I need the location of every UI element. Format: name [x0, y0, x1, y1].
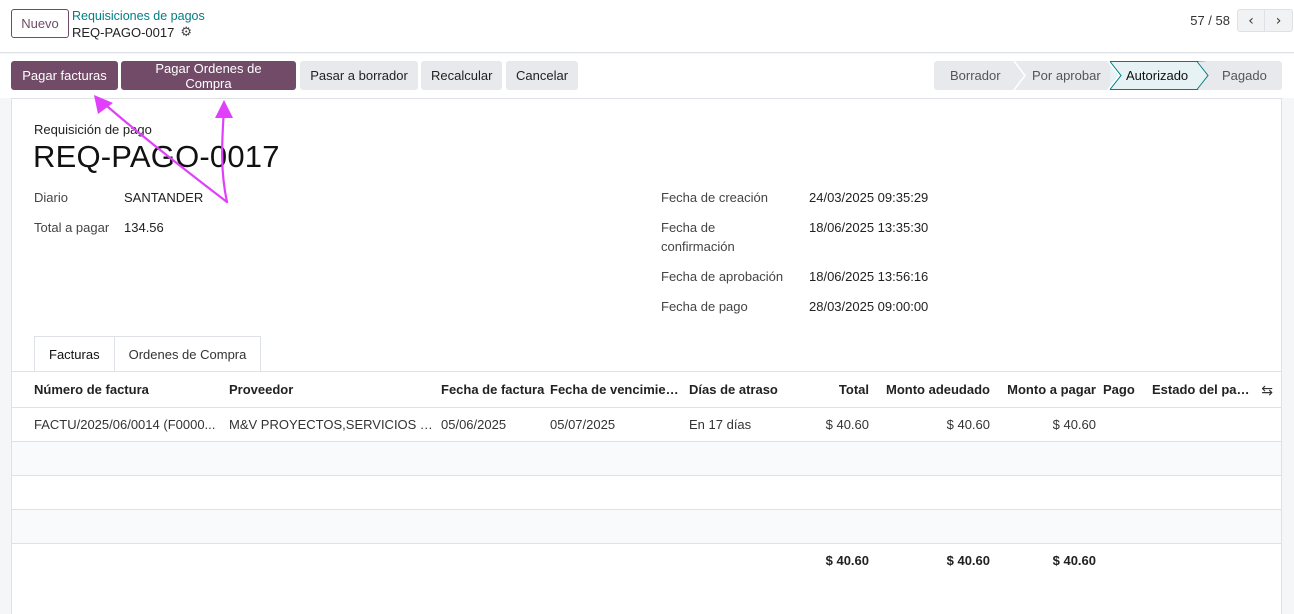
cell-supplier: M&V PROYECTOS,SERVICIOS Y L...: [229, 417, 434, 432]
tab-ordenes-de-compra[interactable]: Ordenes de Compra: [113, 336, 262, 372]
pager-value: 57 / 58: [1190, 13, 1230, 28]
column-header[interactable]: Pago: [1103, 372, 1143, 408]
pay-invoices-button[interactable]: Pagar facturas: [11, 61, 118, 90]
chevron-right-icon[interactable]: ›: [1265, 9, 1293, 32]
field-value-diario[interactable]: SANTANDER: [124, 188, 203, 207]
field-label-creation-date: Fecha de creación: [661, 190, 768, 205]
field-value-creation-date[interactable]: 24/03/2025 09:35:29: [809, 188, 928, 207]
table-row-empty: [12, 510, 1281, 544]
column-header[interactable]: Fecha de vencimiento: [550, 372, 682, 408]
app: Nuevo Requisiciones de pagos REQ-PAGO-00…: [0, 0, 1294, 614]
cell-due-date: 05/07/2025: [550, 417, 616, 432]
cell-invoice-number: FACTU/2025/06/0014 (F0000...: [34, 417, 216, 432]
column-header[interactable]: Total: [802, 372, 869, 408]
column-header[interactable]: Estado del pago: [1152, 372, 1252, 408]
table-footer-totals: $ 40.60 $ 40.60 $ 40.60: [12, 544, 1281, 578]
form-sheet: Requisición de pago REQ-PAGO-0017 Diario…: [11, 98, 1282, 614]
field-label-confirmation-date-line2: confirmación: [661, 239, 735, 254]
field-label-confirmation-date: Fecha de: [661, 220, 716, 235]
footer-amount-due: $ 40.60: [946, 553, 990, 568]
field-label-payment-date: Fecha de pago: [661, 299, 748, 314]
column-header[interactable]: Monto adeudado: [874, 372, 990, 408]
column-header[interactable]: Días de atraso: [689, 372, 799, 408]
control-panel: Nuevo Requisiciones de pagos REQ-PAGO-00…: [0, 0, 1294, 53]
invoices-table: Número de factura Proveedor Fecha de fac…: [12, 372, 1281, 578]
cancel-button[interactable]: Cancelar: [506, 61, 578, 90]
notebook-tabs: Facturas Ordenes de Compra: [34, 336, 262, 372]
footer-amount-to-pay: $ 40.60: [1052, 553, 1096, 568]
statusbar: Pagar facturas Pagar Ordenes de Compra P…: [0, 54, 1294, 98]
field-label-total: Total a pagar: [34, 220, 110, 235]
set-to-draft-button[interactable]: Pasar a borrador: [300, 61, 418, 90]
field-value-payment-date[interactable]: 28/03/2025 09:00:00: [809, 297, 928, 316]
column-header[interactable]: Fecha de factura: [441, 372, 546, 408]
stage-separators: [1013, 61, 1210, 90]
cell-amount-to-pay: $ 40.60: [1052, 417, 1096, 432]
table-row[interactable]: FACTU/2025/06/0014 (F0000... M&V PROYECT…: [12, 408, 1281, 442]
gear-icon[interactable]: ⚙: [180, 24, 192, 40]
pay-purchase-orders-button[interactable]: Pagar Ordenes de Compra: [121, 61, 296, 91]
breadcrumb-current-label: REQ-PAGO-0017: [72, 24, 175, 40]
sliders-icon[interactable]: ⇆: [1261, 372, 1273, 408]
breadcrumb-parent-link[interactable]: Requisiciones de pagos: [72, 9, 205, 23]
tab-facturas[interactable]: Facturas: [34, 336, 115, 372]
field-value-total[interactable]: 134.56: [124, 218, 164, 237]
chevron-left-icon[interactable]: ‹: [1237, 9, 1265, 32]
field-label-diario: Diario: [34, 190, 68, 205]
breadcrumb-current: REQ-PAGO-0017 ⚙: [72, 24, 192, 40]
table-header: Número de factura Proveedor Fecha de fac…: [12, 372, 1281, 408]
table-row-empty: [12, 476, 1281, 510]
document-title: REQ-PAGO-0017: [33, 139, 280, 174]
table-row-empty: [12, 442, 1281, 476]
new-button[interactable]: Nuevo: [11, 9, 69, 38]
cell-total: $ 40.60: [825, 417, 869, 432]
field-value-approval-date[interactable]: 18/06/2025 13:56:16: [809, 267, 928, 286]
cell-invoice-date: 05/06/2025: [441, 417, 507, 432]
column-header[interactable]: Número de factura: [34, 372, 224, 408]
pager-buttons: ‹ ›: [1237, 9, 1293, 32]
field-value-confirmation-date[interactable]: 18/06/2025 13:35:30: [809, 218, 928, 237]
column-header[interactable]: Proveedor: [229, 372, 434, 408]
recalculate-button[interactable]: Recalcular: [421, 61, 502, 90]
document-type-label: Requisición de pago: [34, 122, 152, 137]
cell-days-late: En 17 días: [689, 417, 752, 432]
field-label-approval-date: Fecha de aprobación: [661, 269, 784, 284]
cell-amount-due: $ 40.60: [946, 417, 990, 432]
footer-total: $ 40.60: [825, 553, 869, 568]
column-header[interactable]: Monto a pagar: [994, 372, 1096, 408]
